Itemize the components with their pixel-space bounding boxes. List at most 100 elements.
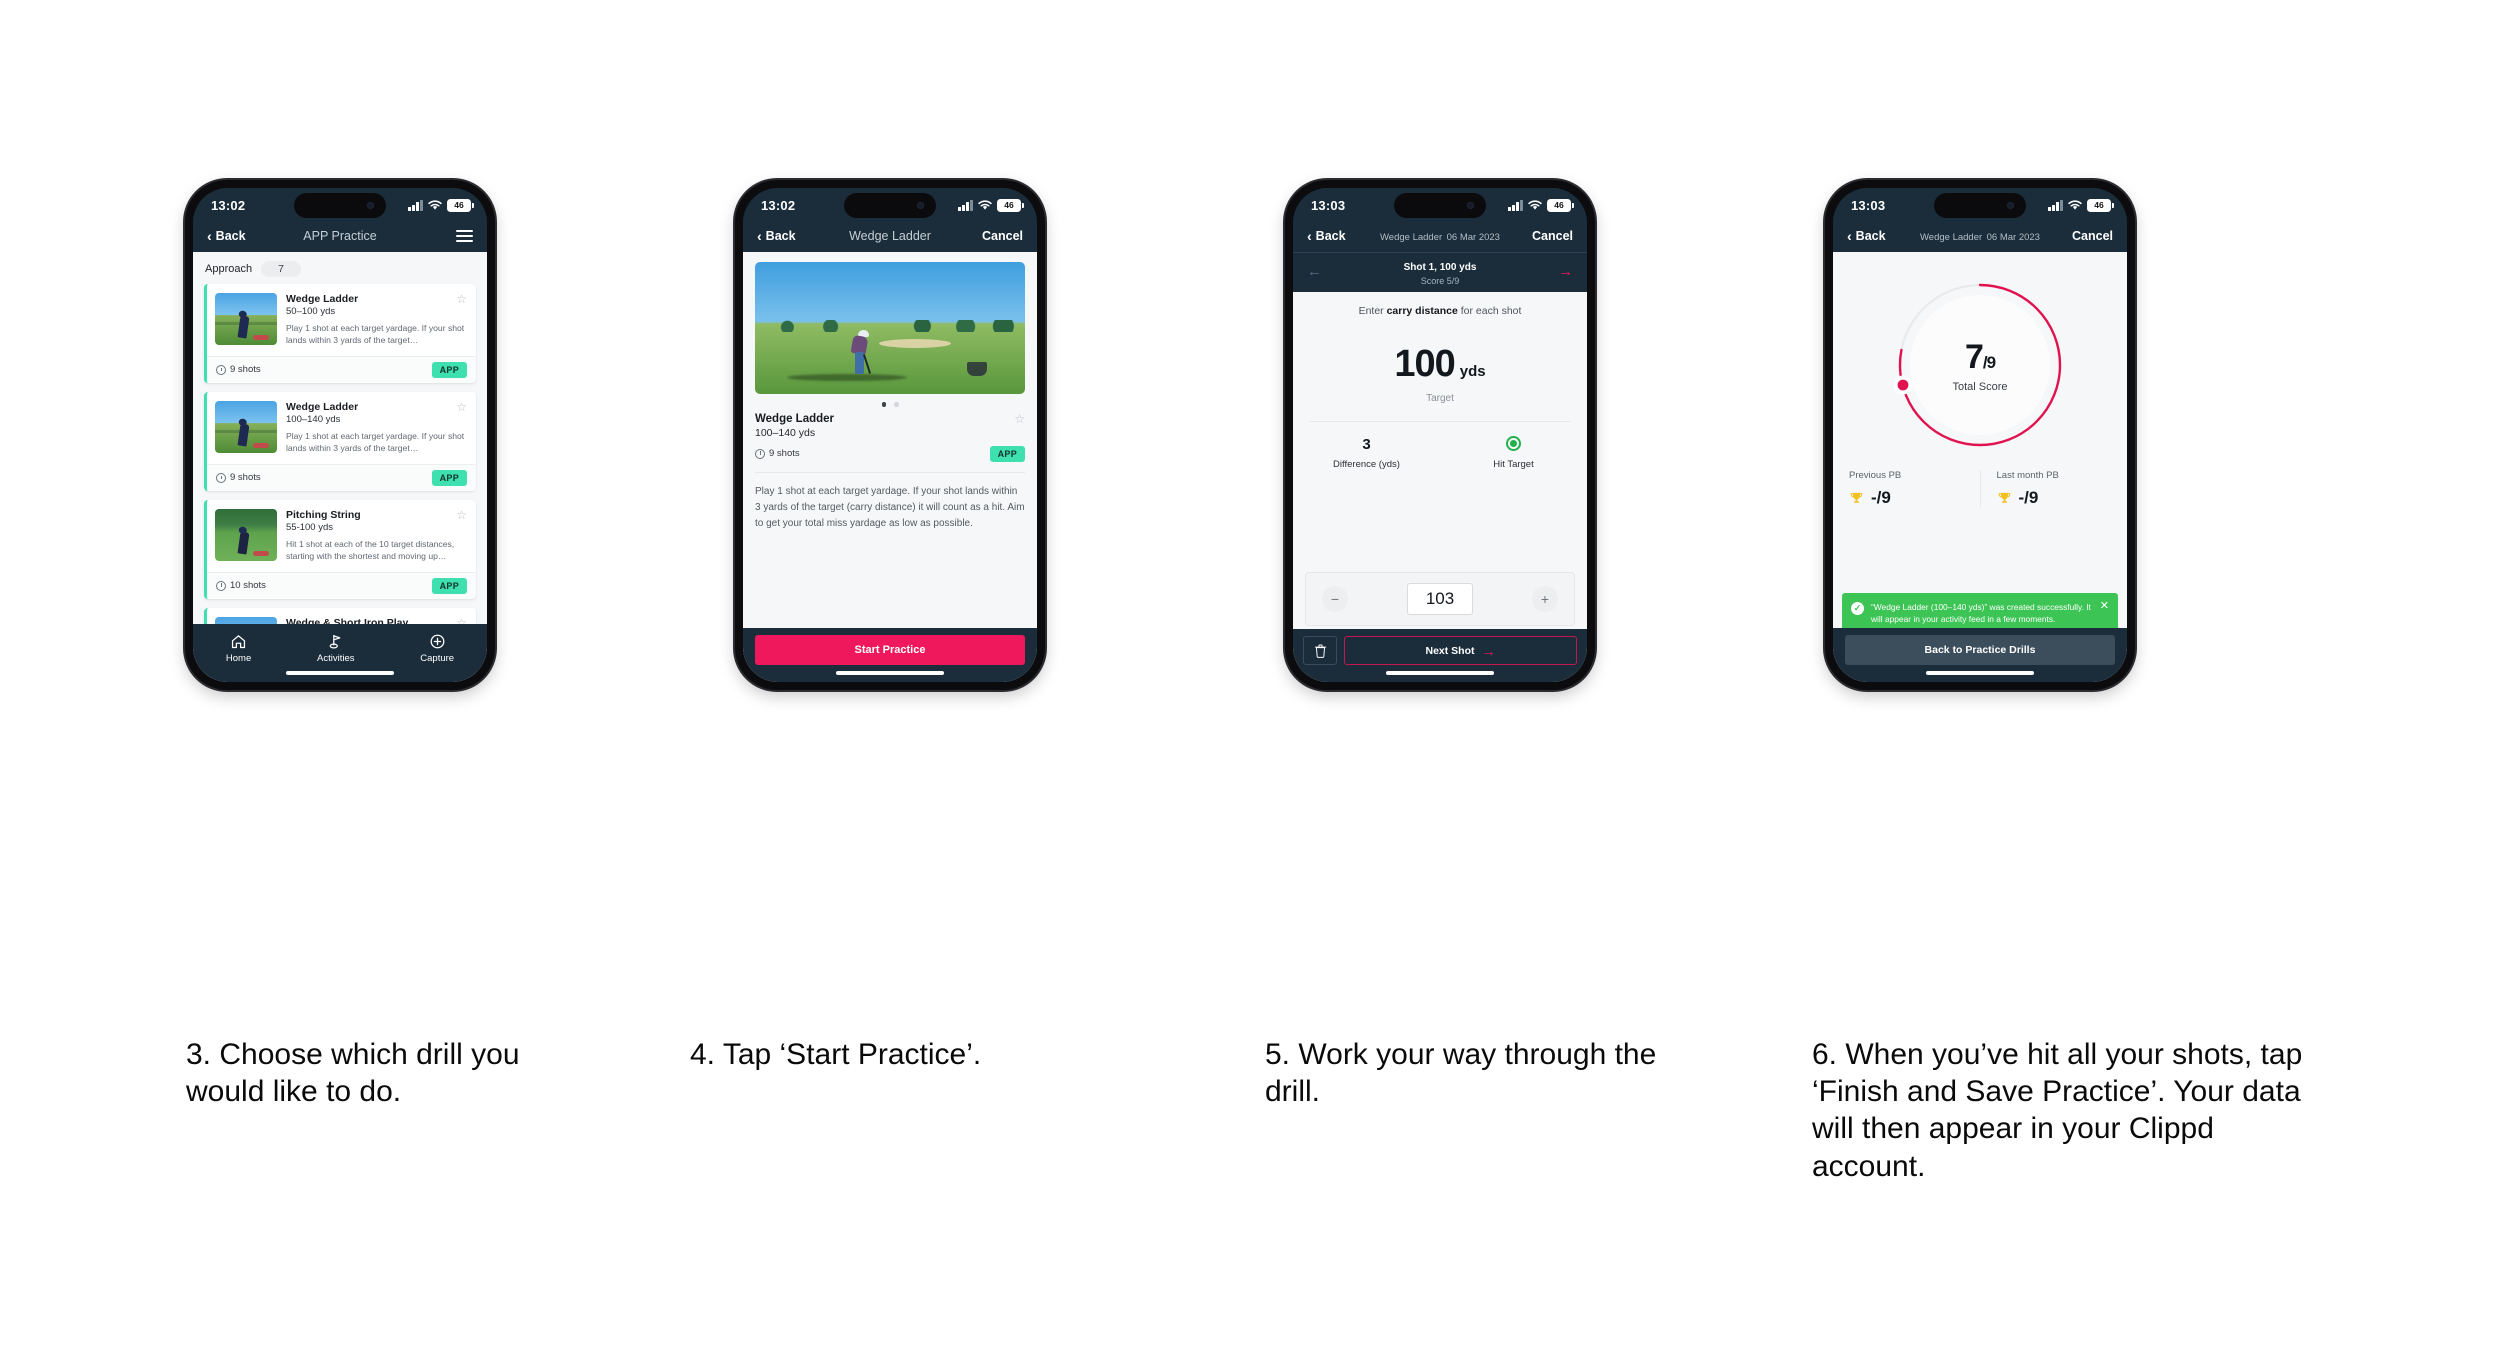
- decrement-button[interactable]: −: [1322, 586, 1348, 612]
- caption-step-5: 5. Work your way through the drill.: [1265, 1038, 1657, 1109]
- nav-bar: ‹ Back Wedge Ladder Cancel: [743, 222, 1037, 252]
- back-to-practice-drills-button[interactable]: Back to Practice Drills: [1845, 635, 2115, 665]
- score-denominator: 9: [1986, 352, 1997, 372]
- card-text: Wedge Ladder 50–100 yds ☆ Play 1 shot at…: [286, 293, 467, 347]
- filter-label: Approach: [205, 263, 253, 275]
- favorite-star-icon[interactable]: ☆: [456, 293, 467, 305]
- back-button[interactable]: ‹ Back: [1307, 229, 1346, 243]
- shot-score: Score 5/9: [1420, 276, 1460, 286]
- category-badge: APP: [989, 445, 1025, 462]
- drill-description: Play 1 shot at each target yardage. If y…: [286, 430, 465, 454]
- divider: [755, 471, 1025, 473]
- status-indicators: 46: [408, 198, 474, 212]
- status-time: 13:03: [1311, 197, 1346, 213]
- card-text: Pitching String 55-100 yds ☆ Hit 1 shot …: [286, 509, 467, 563]
- favorite-star-icon[interactable]: ☆: [456, 401, 467, 413]
- tab-home[interactable]: Home: [226, 633, 251, 664]
- shot-count: 10 shots: [216, 580, 266, 591]
- shot-count: 9 shots: [755, 448, 800, 459]
- cellular-signal-icon: [2048, 199, 2063, 211]
- start-practice-button[interactable]: Start Practice: [755, 635, 1025, 665]
- tab-activities[interactable]: Activities: [317, 633, 355, 664]
- target-display: 100 yds Target: [1293, 317, 1587, 404]
- shot-title: Shot 1, 100 yds: [1403, 262, 1477, 273]
- drill-hero-image: [755, 262, 1025, 394]
- shot-count-label: 9 shots: [769, 448, 800, 459]
- tab-capture[interactable]: Capture: [420, 633, 454, 664]
- target-caption: Target: [1426, 393, 1454, 404]
- phone-3-screen: 13:03 46 ‹ Back Wedge Ladder 06 Mar 2023…: [1293, 188, 1587, 682]
- cancel-button[interactable]: Cancel: [1532, 229, 1573, 243]
- drill-range: 50–100 yds: [286, 306, 336, 317]
- entry-prompt: Enter carry distance for each shot: [1293, 292, 1587, 317]
- list-item[interactable]: Wedge Ladder 50–100 yds ☆ Play 1 shot at…: [204, 284, 476, 383]
- hit-target-icon: [1506, 436, 1521, 451]
- phone-1-frame: 13:02 46 ‹ Back APP Practice Approach 7 …: [185, 180, 495, 690]
- wifi-icon: [978, 199, 992, 211]
- status-bar: 13:03 46: [1293, 188, 1587, 222]
- cancel-button[interactable]: Cancel: [982, 229, 1023, 243]
- detail-content: Wedge Ladder 100–140 yds ☆ 9 shots APP P…: [743, 252, 1037, 532]
- page-title: Wedge Ladder: [1380, 232, 1443, 243]
- clock-icon: [216, 364, 226, 375]
- card-body: Wedge Ladder 50–100 yds ☆ Play 1 shot at…: [207, 284, 476, 356]
- status-bar: 13:03 46: [1833, 188, 2127, 222]
- menu-icon[interactable]: [456, 229, 473, 243]
- carousel-dots[interactable]: [755, 394, 1025, 413]
- phone-1-screen: 13:02 46 ‹ Back APP Practice Approach 7 …: [193, 188, 487, 682]
- phone-3-frame: 13:03 46 ‹ Back Wedge Ladder 06 Mar 2023…: [1285, 180, 1595, 690]
- prompt-post: for each shot: [1457, 305, 1522, 317]
- status-indicators: 46: [2048, 198, 2114, 212]
- carry-distance-input[interactable]: 103: [1407, 583, 1473, 615]
- home-icon: [231, 635, 246, 649]
- next-shot-arrow-icon[interactable]: →: [1558, 264, 1573, 279]
- close-icon[interactable]: ✕: [2100, 600, 2109, 612]
- favorite-star-icon[interactable]: ☆: [456, 509, 467, 521]
- battery-indicator: 46: [1547, 198, 1574, 212]
- status-time: 13:02: [211, 197, 246, 213]
- back-label: Back: [1315, 229, 1346, 243]
- back-button[interactable]: ‹ Back: [757, 229, 796, 243]
- status-indicators: 46: [1508, 198, 1574, 212]
- trophy-icon: [1850, 492, 1863, 503]
- score-gauge-wrap: 7/9 Total Score: [1833, 252, 2127, 456]
- back-button[interactable]: ‹ Back: [1847, 229, 1886, 243]
- page-subtitle: 06 Mar 2023: [1446, 232, 1500, 243]
- shot-info: Shot 1, 100 yds Score 5/9: [1322, 257, 1558, 286]
- shot-count-label: 9 shots: [230, 364, 261, 376]
- difference-value: 3: [1362, 436, 1371, 453]
- delete-shot-button[interactable]: [1303, 636, 1337, 665]
- list-item[interactable]: Pitching String 55-100 yds ☆ Hit 1 shot …: [204, 499, 476, 599]
- drill-title: Wedge Ladder: [286, 293, 359, 305]
- previous-pb-value: -/9: [1871, 488, 1891, 507]
- home-indicator: [1926, 671, 2034, 675]
- battery-indicator: 46: [447, 198, 474, 212]
- list-item[interactable]: Wedge Ladder 100–140 yds ☆ Play 1 shot a…: [204, 391, 476, 491]
- drill-title: Pitching String: [286, 508, 361, 521]
- next-shot-button[interactable]: Next Shot →: [1344, 636, 1577, 665]
- shot-count: 9 shots: [216, 472, 261, 483]
- back-button[interactable]: ‹ Back: [207, 229, 246, 243]
- previous-shot-arrow-icon[interactable]: ←: [1307, 264, 1322, 279]
- cellular-signal-icon: [1508, 199, 1523, 211]
- prompt-bold: carry distance: [1386, 305, 1458, 317]
- summary-screen: 7/9 Total Score Previous PB -/9 Last mon…: [1833, 252, 2127, 682]
- category-badge: APP: [431, 469, 467, 486]
- battery-indicator: 46: [2087, 198, 2114, 212]
- shot-entry-screen: Enter carry distance for each shot 100 yd…: [1293, 292, 1587, 682]
- page-title: APP Practice: [303, 229, 377, 243]
- cancel-button[interactable]: Cancel: [2072, 229, 2113, 243]
- filter-count-pill[interactable]: 7: [261, 261, 301, 277]
- drill-title: Wedge Ladder: [755, 412, 835, 425]
- favorite-star-icon[interactable]: ☆: [1014, 413, 1025, 425]
- wifi-icon: [1528, 199, 1542, 211]
- drill-title: Wedge Ladder: [286, 400, 359, 413]
- last-month-pb-label: Last month PB: [1996, 470, 2059, 481]
- tab-home-label: Home: [225, 653, 252, 664]
- caption-step-4: 4. Tap ‘Start Practice’.: [690, 1038, 982, 1071]
- drill-description: Hit 1 shot at each of the 10 target dist…: [286, 538, 455, 562]
- plus-circle-icon: [430, 634, 445, 649]
- front-camera-icon: [917, 202, 924, 209]
- next-shot-label: Next Shot: [1425, 644, 1475, 657]
- increment-button[interactable]: +: [1532, 586, 1558, 612]
